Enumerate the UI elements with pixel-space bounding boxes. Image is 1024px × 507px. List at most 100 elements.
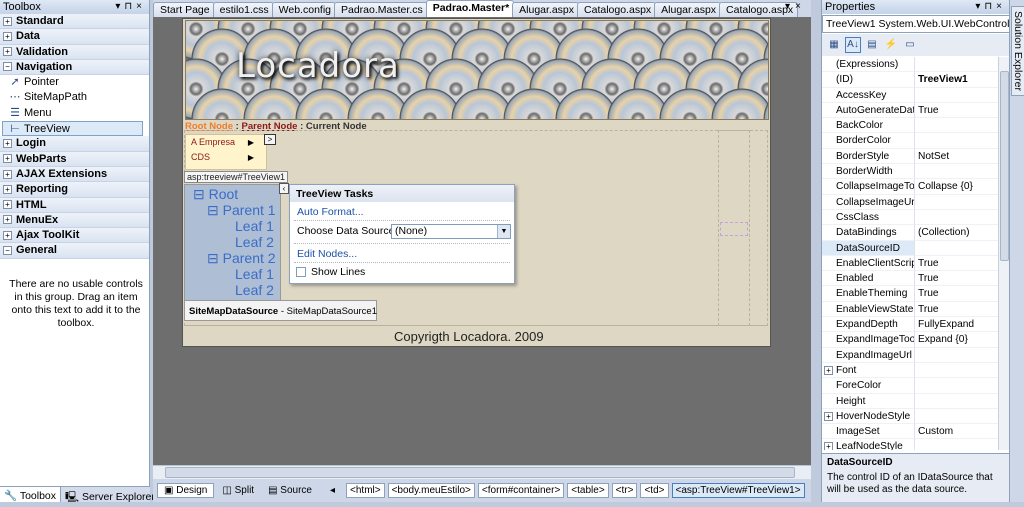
property-value[interactable] <box>915 57 998 73</box>
property-value[interactable]: True <box>915 271 998 287</box>
toolbox-item-menu[interactable]: ☰ Menu <box>0 106 149 121</box>
tree-node-parent-2[interactable]: ⊟ Parent 2 <box>207 250 276 267</box>
tab-web-config[interactable]: Web.config <box>271 2 336 17</box>
tag-scroll-left-icon[interactable]: ◂ <box>324 484 341 497</box>
property-row-cssclass[interactable]: CssClass <box>822 209 998 226</box>
expand-toggle-icon[interactable]: − <box>3 246 12 256</box>
toolbox-group-data[interactable]: + Data <box>0 29 149 45</box>
property-row-accesskey[interactable]: AccessKey <box>822 87 998 103</box>
property-row-height[interactable]: Height <box>822 393 998 409</box>
toolbox-item-pointer[interactable]: ➚ Pointer <box>0 75 149 90</box>
toolbox-item-treeview[interactable]: ⊢ TreeView <box>2 121 143 137</box>
property-row-collapseimageurl[interactable]: CollapseImageUrl <box>822 194 998 210</box>
expand-toggle-icon[interactable]: + <box>3 16 12 26</box>
property-row-enableclientscript[interactable]: EnableClientScript True <box>822 255 998 272</box>
toolbox-group-menuex[interactable]: + MenuEx <box>0 212 149 229</box>
horizontal-scrollbar[interactable] <box>153 465 811 479</box>
toolbox-group-general[interactable]: − General <box>0 243 149 259</box>
property-value[interactable] <box>915 210 998 226</box>
toolbox-group-login[interactable]: + Login <box>0 136 149 152</box>
toolbox-group-validation[interactable]: + Validation <box>0 44 149 60</box>
property-value[interactable]: NotSet <box>915 149 998 165</box>
autohide-icon[interactable]: ⊓ <box>124 1 136 12</box>
property-value[interactable] <box>915 195 998 210</box>
property-value[interactable]: Collapse {0} <box>915 179 998 195</box>
close-document-icon[interactable]: × <box>795 1 806 12</box>
property-value[interactable] <box>915 439 998 450</box>
tag-crumb-table[interactable]: <table> <box>567 483 609 498</box>
property-value[interactable] <box>915 394 998 409</box>
tree-node-parent-1[interactable]: ⊟ Parent 1 <box>207 202 276 219</box>
property-value[interactable] <box>915 164 998 180</box>
split-view-button[interactable]: ◫ Split <box>216 484 260 497</box>
show-lines-checkbox[interactable] <box>296 267 306 277</box>
expand-toggle-icon[interactable]: + <box>3 169 12 179</box>
data-source-select[interactable]: (None) ▼ <box>391 224 511 239</box>
property-value[interactable]: (Collection) <box>915 225 998 241</box>
property-row-leafnodestyle[interactable]: + LeafNodeStyle <box>822 439 998 450</box>
tag-crumb-html[interactable]: <html> <box>346 483 385 498</box>
property-row-collapseimagetooltip[interactable]: CollapseImageToolTipCollapse {0} <box>822 179 998 195</box>
toolbox-item-sitemappath[interactable]: ⋯ SiteMapPath <box>0 90 149 105</box>
property-value[interactable]: True <box>915 302 998 318</box>
property-row-autogeneratedatabindings[interactable]: AutoGenerateDataBindingsTrue <box>822 102 998 119</box>
property-row-font[interactable]: + Font <box>822 362 998 379</box>
tab-server-explorer[interactable]: 🖳 Server Explorer <box>61 487 160 503</box>
tree-node-leaf-2[interactable]: Leaf 2 <box>235 234 274 250</box>
tree-node-leaf-1[interactable]: Leaf 1 <box>235 218 274 234</box>
property-row-forecolor[interactable]: ForeColor <box>822 378 998 394</box>
property-pages-icon[interactable]: ▭ <box>902 37 918 53</box>
tag-crumb-td[interactable]: <td> <box>640 483 669 498</box>
property-value[interactable] <box>915 348 998 363</box>
property-row-borderstyle[interactable]: BorderStyle NotSet <box>822 148 998 165</box>
close-icon[interactable]: × <box>996 1 1006 12</box>
events-icon[interactable]: ⚡ <box>883 37 899 53</box>
auto-format-link[interactable]: Auto Format... <box>297 206 364 218</box>
tag-crumb-body-meuestilo[interactable]: <body.meuEstilo> <box>387 483 475 498</box>
treeview-control[interactable]: ⊟ Root ⊟ Parent 1 Leaf 1 Leaf 2 ⊟ Parent 2 Le… <box>184 184 281 301</box>
pin-icon[interactable]: ▾ <box>975 1 984 12</box>
property-value[interactable] <box>915 118 998 134</box>
expand-toggle-icon[interactable]: + <box>3 154 12 164</box>
property-row-expressions[interactable]: (Expressions) <box>822 57 998 73</box>
property-value[interactable]: True <box>915 103 998 119</box>
property-value[interactable]: Expand {0} <box>915 332 998 348</box>
tree-node-leaf-2[interactable]: Leaf 2 <box>235 282 274 298</box>
property-value[interactable]: Custom <box>915 424 998 440</box>
property-value[interactable] <box>915 88 998 103</box>
expand-toggle-icon[interactable]: + <box>3 31 12 41</box>
expand-toggle-icon[interactable]: + <box>824 442 833 450</box>
tab-padrao-master-cs[interactable]: Padrao.Master.cs <box>334 2 428 17</box>
toolbox-group-html[interactable]: + HTML <box>0 197 149 213</box>
tab-dropdown-icon[interactable]: ▾ <box>785 1 795 12</box>
property-row-id[interactable]: (ID) TreeView1 <box>822 72 998 88</box>
categorized-icon[interactable]: ▦ <box>826 37 842 53</box>
dropdown-arrow-icon[interactable]: ▼ <box>497 225 510 238</box>
property-value[interactable] <box>915 363 998 379</box>
pin-icon[interactable]: ▾ <box>115 1 124 12</box>
edit-nodes-link[interactable]: Edit Nodes... <box>297 248 357 260</box>
collapse-smart-tag-icon[interactable]: ‹ <box>279 183 289 194</box>
tab-alugar-aspx[interactable]: Alugar.aspx <box>654 2 722 17</box>
sitemap-datasource-control[interactable]: SiteMapDataSource - SiteMapDataSource1 <box>184 300 377 321</box>
toolbox-group-standard[interactable]: + Standard <box>0 14 149 30</box>
tag-crumb-tr[interactable]: <tr> <box>611 483 638 498</box>
scroll-thumb[interactable] <box>1000 71 1009 261</box>
property-value[interactable]: TreeView1 <box>915 72 998 88</box>
tab-estilo1-css[interactable]: estilo1.css <box>212 2 274 17</box>
property-row-expandimageurl[interactable]: ExpandImageUrl <box>822 347 998 363</box>
toolbox-empty-message[interactable]: There are no usable controls in this gro… <box>8 278 144 330</box>
property-row-backcolor[interactable]: BackColor <box>822 118 998 134</box>
object-selector[interactable]: TreeView1 System.Web.UI.WebControls.Tree… <box>822 15 1010 33</box>
scroll-thumb[interactable] <box>165 467 795 478</box>
tab-padrao-master[interactable]: Padrao.Master* <box>425 0 515 17</box>
tab-catalogo-aspx[interactable]: Catalogo.aspx <box>577 2 657 17</box>
expand-toggle-icon[interactable]: + <box>824 365 833 375</box>
expand-toggle-icon[interactable]: − <box>3 62 12 72</box>
tag-crumb-asp-treeview-treeview1[interactable]: <asp:TreeView#TreeView1> <box>671 483 805 498</box>
property-value[interactable]: True <box>915 256 998 272</box>
tree-node-leaf-1[interactable]: Leaf 1 <box>235 266 274 282</box>
property-row-enableviewstate[interactable]: EnableViewState True <box>822 301 998 318</box>
expand-toggle-icon[interactable]: + <box>3 215 12 225</box>
property-row-datasourceid[interactable]: DataSourceID <box>822 240 998 256</box>
